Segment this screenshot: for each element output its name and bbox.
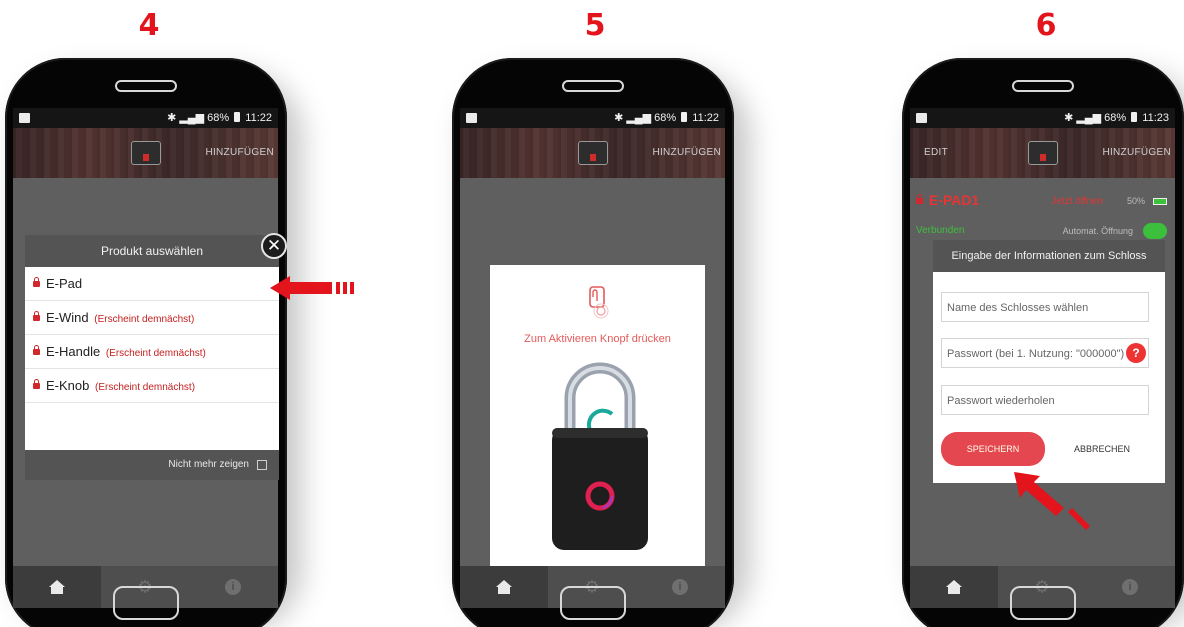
coming-soon-label: (Erscheint demnächst) (95, 382, 196, 393)
modal-title: Produkt auswählen (100, 244, 204, 258)
app-logo (1027, 141, 1058, 165)
pointer-arrow-icon (1014, 472, 1090, 530)
home-hardware-button[interactable] (1010, 586, 1076, 620)
activation-card: Zum Aktivieren Knopf drücken (490, 265, 705, 573)
app-bar: HINZUFÜGEN (13, 128, 278, 178)
password-repeat-input[interactable]: Passwort wiederholen (941, 385, 1149, 415)
battery-percent: 68% (207, 112, 230, 124)
lock-battery-icon (1153, 198, 1167, 205)
image-notification-icon (916, 113, 927, 123)
lock-icon (33, 345, 40, 355)
tab-home[interactable] (13, 566, 101, 608)
lock-name-input[interactable]: Name des Schlosses wählen (941, 292, 1149, 322)
home-icon (946, 580, 962, 587)
bluetooth-icon: ✱ (1064, 112, 1074, 124)
open-now-button[interactable]: Jetzt öffnen (1051, 196, 1103, 207)
dont-show-checkbox[interactable] (257, 460, 267, 470)
tab-info[interactable]: i (189, 566, 277, 608)
dont-show-again[interactable]: Nicht mehr zeigen (25, 450, 279, 480)
product-item-e-knob[interactable]: E-Knob (Erscheint demnächst) (25, 369, 279, 403)
lock-info-dialog: Eingabe der Informationen zum Schloss Na… (933, 240, 1165, 483)
auto-open-toggle[interactable] (1143, 223, 1167, 239)
status-bar: ✱ ▂▄▆ 68% 11:23 (910, 108, 1175, 128)
app-bar: EDIT HINZUFÜGEN (910, 128, 1175, 178)
product-item-e-wind[interactable]: E-Wind (Erscheint demnächst) (25, 301, 279, 335)
clock: 11:22 (245, 112, 272, 124)
signal-icon: ▂▄▆ (179, 112, 205, 124)
home-hardware-button[interactable] (113, 586, 179, 620)
home-hardware-button[interactable] (560, 586, 626, 620)
close-icon[interactable]: ✕ (261, 233, 287, 259)
edit-button[interactable]: EDIT (924, 147, 948, 158)
lock-battery-percent: 50% (1126, 196, 1145, 206)
product-select-modal: Produkt auswählen ✕ E-Pad E-Wind (Ersche… (25, 233, 287, 480)
lock-icon (33, 277, 40, 287)
auto-open-label: Automat. Öffnung (1062, 226, 1133, 236)
battery-percent: 68% (654, 112, 677, 124)
product-list: E-Pad E-Wind (Erscheint demnächst) E-Han… (25, 267, 279, 450)
product-item-e-handle[interactable]: E-Handle (Erscheint demnächst) (25, 335, 279, 369)
app-logo (130, 141, 161, 165)
add-button[interactable]: HINZUFÜGEN (1102, 147, 1171, 158)
tab-info[interactable]: i (636, 566, 724, 608)
earpiece (115, 80, 177, 92)
product-item-e-pad[interactable]: E-Pad (25, 267, 279, 301)
info-icon: i (672, 579, 688, 595)
save-button[interactable]: SPEICHERN (941, 432, 1045, 466)
step-number-4: 4 (138, 8, 160, 43)
app-bar: HINZUFÜGEN (460, 128, 725, 178)
image-notification-icon (19, 113, 30, 123)
status-bar: ✱ ▂▄▆ 68% 11:22 (13, 108, 278, 128)
clock: 11:22 (692, 112, 719, 124)
info-icon: i (225, 579, 241, 595)
battery-icon (234, 112, 241, 122)
battery-icon (681, 112, 688, 122)
tab-home[interactable] (910, 566, 998, 608)
coming-soon-label: (Erscheint demnächst) (94, 314, 195, 325)
dialog-title: Eingabe der Informationen zum Schloss (933, 240, 1165, 272)
tab-info[interactable]: i (1086, 566, 1174, 608)
earpiece (562, 80, 624, 92)
tab-home[interactable] (460, 566, 548, 608)
cancel-button[interactable]: ABBRECHEN (1061, 432, 1143, 466)
image-notification-icon (466, 113, 477, 123)
password-input[interactable]: Passwort (bei 1. Nutzung: "000000") ? (941, 338, 1149, 368)
clock: 11:23 (1142, 112, 1169, 124)
padlock-image (552, 362, 648, 550)
battery-percent: 68% (1104, 112, 1127, 124)
coming-soon-label: (Erscheint demnächst) (105, 348, 206, 359)
home-icon (49, 580, 65, 587)
signal-icon: ▂▄▆ (1076, 112, 1102, 124)
phone-frame: ✱ ▂▄▆ 68% 11:22 HINZUFÜGEN Zum Aktiviere… (452, 58, 734, 627)
activate-instruction: Zum Aktivieren Knopf drücken (524, 333, 671, 345)
bluetooth-icon: ✱ (167, 112, 177, 124)
lock-icon (33, 379, 40, 389)
add-button[interactable]: HINZUFÜGEN (205, 147, 274, 158)
add-button[interactable]: HINZUFÜGEN (652, 147, 721, 158)
battery-icon (1131, 112, 1138, 122)
lock-icon (33, 311, 40, 321)
help-icon[interactable]: ? (1126, 343, 1146, 363)
connected-status: Verbunden (916, 225, 965, 236)
step-number-6: 6 (1035, 8, 1057, 43)
signal-icon: ▂▄▆ (626, 112, 652, 124)
status-bar: ✱ ▂▄▆ 68% 11:22 (460, 108, 725, 128)
app-logo (577, 141, 608, 165)
pointer-arrow-icon (270, 276, 354, 300)
earpiece (1012, 80, 1074, 92)
lock-row[interactable]: E-PAD1 Jetzt öffnen 50% (910, 178, 1175, 220)
info-icon: i (1122, 579, 1138, 595)
lock-name: E-PAD1 (929, 192, 980, 208)
phone-screen: ✱ ▂▄▆ 68% 11:22 HINZUFÜGEN Zum Aktiviere… (460, 108, 725, 608)
lock-icon (916, 194, 923, 204)
bluetooth-icon: ✱ (614, 112, 624, 124)
step-number-5: 5 (584, 8, 606, 43)
home-icon (496, 580, 512, 587)
finger-press-icon (589, 286, 609, 319)
